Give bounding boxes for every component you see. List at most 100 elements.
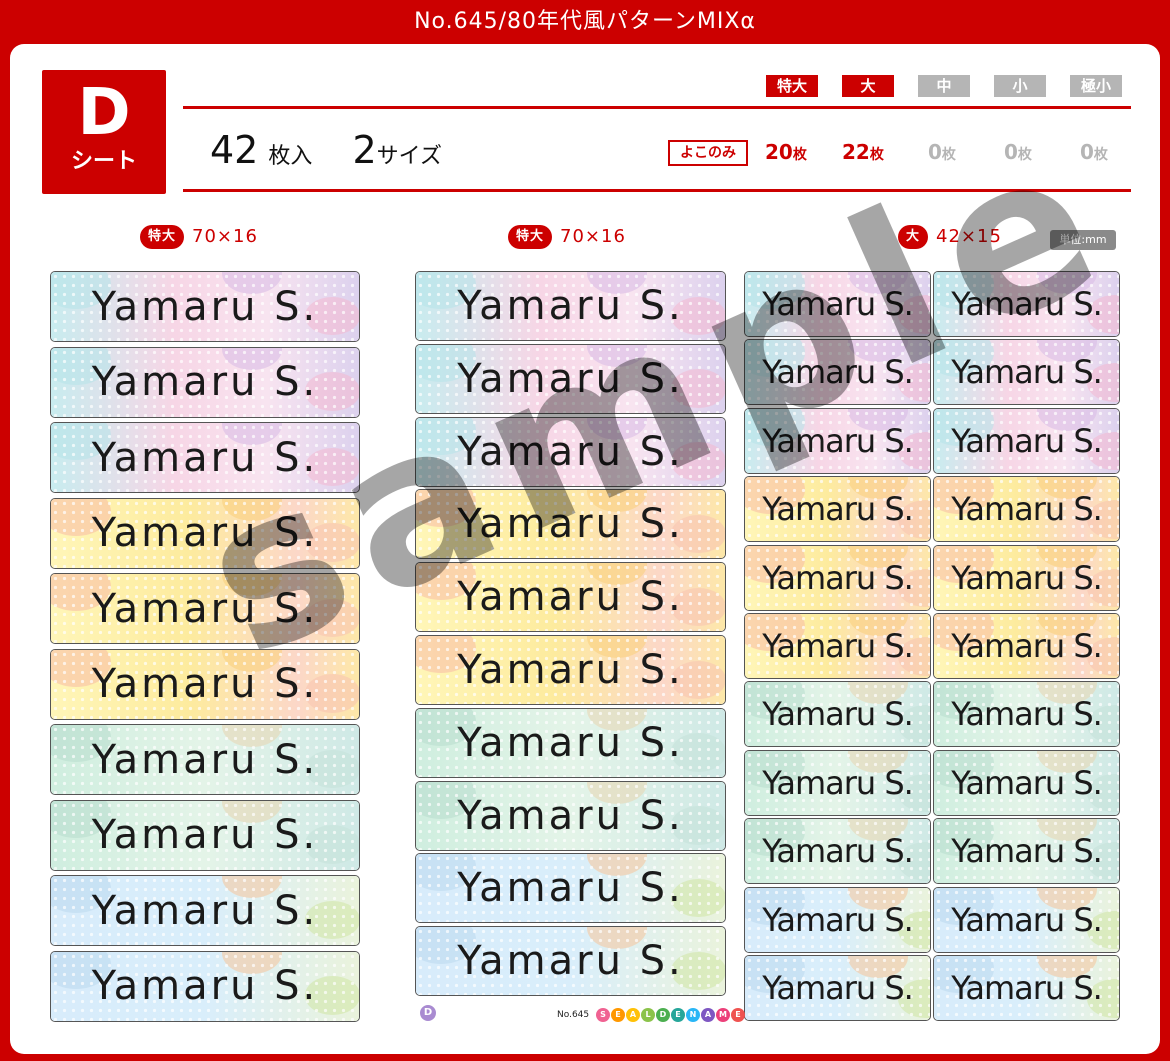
column-header-3: 大 42×15 [898,225,1002,249]
count-unit: 枚入 [268,144,313,169]
label-name-text: Yamaru S. [91,359,319,405]
logo-letter: E [671,1008,685,1022]
name-label: Yamaru S. [933,613,1120,679]
label-name-text: Yamaru S. [457,355,684,402]
size-number: 2 [352,128,377,172]
name-label: Yamaru S. [415,635,726,705]
name-label: Yamaru S. [50,875,360,946]
sheet-letter: D [77,76,131,150]
horizontal-only-badge: よこのみ [668,140,748,166]
label-name-text: Yamaru S. [951,695,1103,734]
label-name-text: Yamaru S. [762,627,914,665]
label-name-text: Yamaru S. [951,285,1103,323]
label-name-text: Yamaru S. [951,421,1103,460]
name-label: Yamaru S. [933,271,1120,337]
name-label: Yamaru S. [415,707,726,778]
name-label: Yamaru S. [415,926,726,997]
label-name-text: Yamaru S. [91,812,319,858]
label-name-text: Yamaru S. [91,887,319,934]
label-name-text: Yamaru S. [457,501,684,548]
name-label: Yamaru S. [933,818,1120,885]
name-label: Yamaru S. [744,955,931,1021]
size-tag-xs: 極小 [1070,75,1122,97]
name-label: Yamaru S. [415,489,726,560]
label-name-text: Yamaru S. [457,792,684,839]
logo-letter: S [596,1008,610,1022]
logo-letter: A [626,1008,640,1022]
label-name-text: Yamaru S. [951,969,1103,1007]
name-label: Yamaru S. [744,681,931,748]
divider-top [183,106,1131,109]
label-name-text: Yamaru S. [762,421,914,460]
label-name-text: Yamaru S. [762,832,914,871]
name-label: Yamaru S. [50,346,360,418]
name-label: Yamaru S. [933,749,1120,816]
label-name-text: Yamaru S. [457,574,684,621]
name-label: Yamaru S. [744,818,931,885]
name-label: Yamaru S. [744,613,931,679]
count-xl: 20枚 [765,140,807,164]
sheet-label: シート [70,149,137,174]
name-label: Yamaru S. [415,853,726,924]
name-label: Yamaru S. [50,724,360,795]
sheet-badge-small: D [420,1005,436,1021]
size-tag-m: 中 [918,75,970,97]
label-name-text: Yamaru S. [457,719,684,766]
count-number: 42 [210,128,259,172]
name-label: Yamaru S. [933,886,1120,953]
label-name-text: Yamaru S. [951,490,1103,529]
name-label: Yamaru S. [933,339,1120,406]
label-name-text: Yamaru S. [457,283,684,329]
sheet-type-badge: D シート [42,70,166,194]
logo-letter: E [611,1008,625,1022]
label-name-text: Yamaru S. [91,510,319,556]
name-label: Yamaru S. [415,416,726,487]
label-name-text: Yamaru S. [762,558,914,597]
name-label: Yamaru S. [50,271,360,342]
label-name-text: Yamaru S. [762,695,914,734]
name-label: Yamaru S. [415,271,726,341]
label-name-text: Yamaru S. [457,647,684,693]
name-label: Yamaru S. [415,780,726,851]
logo-letter: E [731,1008,745,1022]
name-label: Yamaru S. [415,343,726,414]
label-name-text: Yamaru S. [951,353,1103,392]
label-name-text: Yamaru S. [762,969,914,1007]
name-label: Yamaru S. [933,681,1120,748]
label-name-text: Yamaru S. [91,283,319,330]
name-label: Yamaru S. [50,648,360,720]
logo-letter: N [686,1008,700,1022]
label-name-text: Yamaru S. [762,285,914,323]
logo-letter: L [641,1008,655,1022]
label-name-text: Yamaru S. [951,832,1103,871]
page-title: No.645/80年代風パターンMIXα [0,0,1170,44]
product-number: No.645 [557,1010,590,1020]
label-name-text: Yamaru S. [91,585,319,632]
label-name-text: Yamaru S. [762,490,914,529]
name-label: Yamaru S. [933,955,1120,1021]
label-name-text: Yamaru S. [762,353,914,392]
name-label: Yamaru S. [415,562,726,633]
name-label: Yamaru S. [744,339,931,406]
size-tag-row: 特大 大 中 小 極小 [760,75,1132,97]
name-label: Yamaru S. [50,497,360,569]
label-name-text: Yamaru S. [91,736,319,783]
unit-note: 単位:mm [1050,230,1116,250]
logo-letter: D [656,1008,670,1022]
name-label: Yamaru S. [933,407,1120,474]
label-name-text: Yamaru S. [951,558,1103,597]
brand-logo: SEALDENAME [596,1008,745,1022]
name-label: Yamaru S. [744,271,931,337]
name-label: Yamaru S. [50,573,360,644]
label-name-text: Yamaru S. [91,963,319,1009]
name-label: Yamaru S. [50,799,360,871]
count-l: 22枚 [842,140,884,164]
label-name-text: Yamaru S. [457,428,684,475]
size-tag-s: 小 [994,75,1046,97]
name-label: Yamaru S. [744,749,931,816]
label-name-text: Yamaru S. [951,627,1103,665]
sheet-summary: 42 枚入 2サイズ [210,128,442,172]
label-name-text: Yamaru S. [762,763,914,802]
name-label: Yamaru S. [933,544,1120,611]
label-name-text: Yamaru S. [951,763,1103,802]
